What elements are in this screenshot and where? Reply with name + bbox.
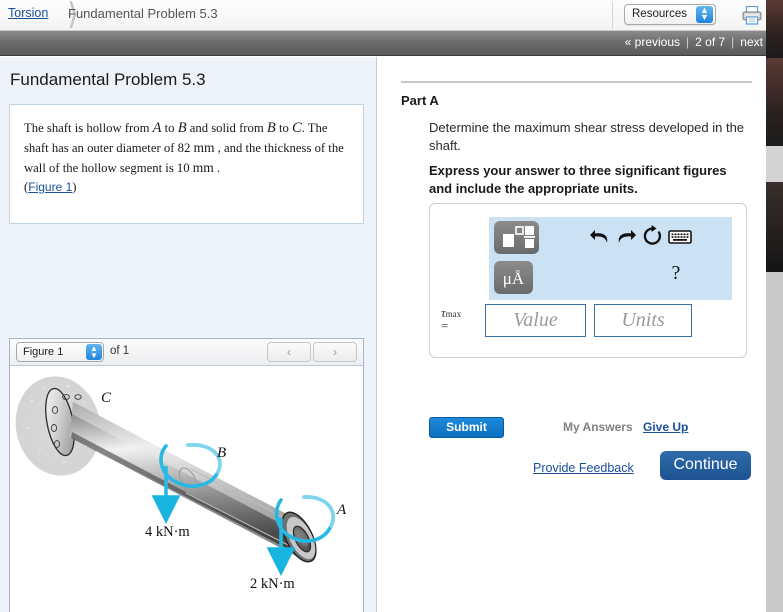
- problem-statement-box: The shaft is hollow from A to B and soli…: [9, 104, 364, 224]
- keyboard-icon: [668, 230, 692, 244]
- figure-select-label: Figure 1: [23, 346, 64, 358]
- chevron-updown-icon: ▲ ▼: [696, 6, 713, 23]
- stmt-seg-2: to: [161, 121, 178, 135]
- part-a-heading: Part A: [401, 93, 439, 108]
- tau-max-label: τmax =: [441, 306, 461, 333]
- breadcrumb-link-torsion[interactable]: Torsion: [8, 6, 48, 20]
- answer-units-input[interactable]: [595, 305, 691, 336]
- units-button[interactable]: μÅ: [494, 261, 533, 294]
- figure-next-button[interactable]: ›: [313, 342, 357, 362]
- page-root: Torsion ⟩ Fundamental Problem 5.3 Resour…: [0, 0, 783, 612]
- resources-dropdown[interactable]: Resources ▲ ▼: [624, 4, 716, 25]
- browser-right-edge: [766, 0, 783, 612]
- part-a-question: Determine the maximum shear stress devel…: [429, 120, 745, 153]
- part-divider: [401, 81, 752, 83]
- stmt-seg-7: , and the: [214, 141, 261, 155]
- stmt-var-b: B: [177, 120, 187, 136]
- math-template-icon: [503, 226, 535, 248]
- equals-sign: =: [441, 318, 449, 333]
- math-template-button[interactable]: [494, 221, 539, 254]
- problem-left-panel: Fundamental Problem 5.3 The shaft is hol…: [0, 57, 377, 612]
- previous-page-link[interactable]: « previous: [625, 35, 680, 49]
- my-answers-label[interactable]: My Answers: [563, 420, 633, 434]
- provide-feedback-link[interactable]: Provide Feedback: [533, 461, 634, 475]
- figure-image-canvas: C B A 4 kN·m 2 kN·m: [10, 366, 363, 612]
- shaft-torsion-diagram: C B A 4 kN·m 2 kN·m: [15, 376, 347, 592]
- page-indicator: 2 of 7: [695, 35, 726, 49]
- answer-value-field-wrap[interactable]: [485, 304, 586, 337]
- edge-segment-top: [766, 0, 783, 58]
- nav-separator-2: |: [731, 35, 735, 49]
- answer-units-field-wrap[interactable]: [594, 304, 692, 337]
- stmt-seg-1: The shaft is hollow from: [24, 121, 153, 135]
- pagination-navbar: « previous | 2 of 7 | next »: [0, 31, 783, 56]
- nav-separator-1: |: [686, 35, 690, 49]
- reset-circular-arrow-icon: [643, 225, 662, 245]
- stmt-seg-5: .: [301, 121, 305, 135]
- figure-label-a: A: [336, 502, 347, 518]
- figure-prev-button[interactable]: ‹: [267, 342, 311, 362]
- stmt-unit-mm-2: mm: [192, 160, 214, 175]
- figure-panel: Figure 1 ▲ ▼ of 1 ‹ › C B A 4 kN·m 2 kN·…: [9, 338, 364, 612]
- stmt-seg-4: to: [275, 121, 292, 135]
- breadcrumb-current-title: Fundamental Problem 5.3: [68, 6, 218, 21]
- resources-dropdown-label: Resources: [632, 8, 687, 20]
- math-editor-toolbar: μÅ ?: [489, 217, 732, 300]
- figure-torque-4knm: 4 kN·m: [145, 524, 190, 540]
- figure-label-b: B: [217, 445, 226, 461]
- figure-label-c: C: [101, 390, 112, 406]
- reset-button[interactable]: [640, 225, 666, 249]
- give-up-link[interactable]: Give Up: [643, 420, 688, 434]
- part-a-instruction: Express your answer to three significant…: [429, 163, 727, 196]
- figure-1-link[interactable]: Figure 1: [28, 180, 72, 194]
- edge-segment-mid-1: [766, 58, 783, 146]
- figure-select-dropdown[interactable]: Figure 1 ▲ ▼: [16, 342, 104, 362]
- stmt-unit-mm-1: mm: [193, 140, 215, 155]
- keyboard-button[interactable]: [667, 227, 693, 251]
- stmt-seg-3: and solid from: [186, 121, 267, 135]
- redo-arrow-icon: [618, 230, 636, 243]
- stmt-var-b2: B: [266, 120, 276, 136]
- edge-segment-mid-2: [766, 182, 783, 272]
- answer-value-input[interactable]: [486, 305, 585, 336]
- redo-button[interactable]: [613, 225, 639, 249]
- undo-arrow-icon: [590, 230, 608, 243]
- stmt-seg-9: .: [213, 161, 221, 175]
- scrollbar-thumb[interactable]: [766, 272, 783, 612]
- submit-button[interactable]: Submit: [429, 417, 504, 438]
- help-button[interactable]: ?: [665, 261, 687, 285]
- chevron-updown-icon: ▲ ▼: [86, 344, 102, 360]
- page-title: Fundamental Problem 5.3: [10, 70, 206, 89]
- topbar-divider: [612, 2, 613, 29]
- pagination-controls: « previous | 2 of 7 | next »: [625, 35, 773, 49]
- print-button[interactable]: [740, 4, 764, 26]
- paren-close: ): [72, 180, 77, 194]
- problem-statement-text: The shaft is hollow from A to B and soli…: [24, 119, 354, 197]
- top-breadcrumb-bar: Torsion ⟩ Fundamental Problem 5.3 Resour…: [0, 0, 783, 31]
- answer-right-panel: Part A Determine the maximum shear stres…: [378, 57, 778, 612]
- undo-button[interactable]: [587, 225, 613, 249]
- figure-count-label: of 1: [110, 345, 130, 357]
- figure-toolbar: Figure 1 ▲ ▼ of 1 ‹ ›: [10, 339, 363, 366]
- continue-button[interactable]: Continue: [660, 451, 751, 480]
- scrollbar-track[interactable]: [766, 146, 783, 182]
- printer-icon: [742, 5, 762, 25]
- figure-torque-2knm: 2 kN·m: [250, 576, 295, 592]
- answer-entry-box: μÅ ? τmax = Value Units: [429, 203, 747, 358]
- stmt-var-c: C: [292, 120, 302, 136]
